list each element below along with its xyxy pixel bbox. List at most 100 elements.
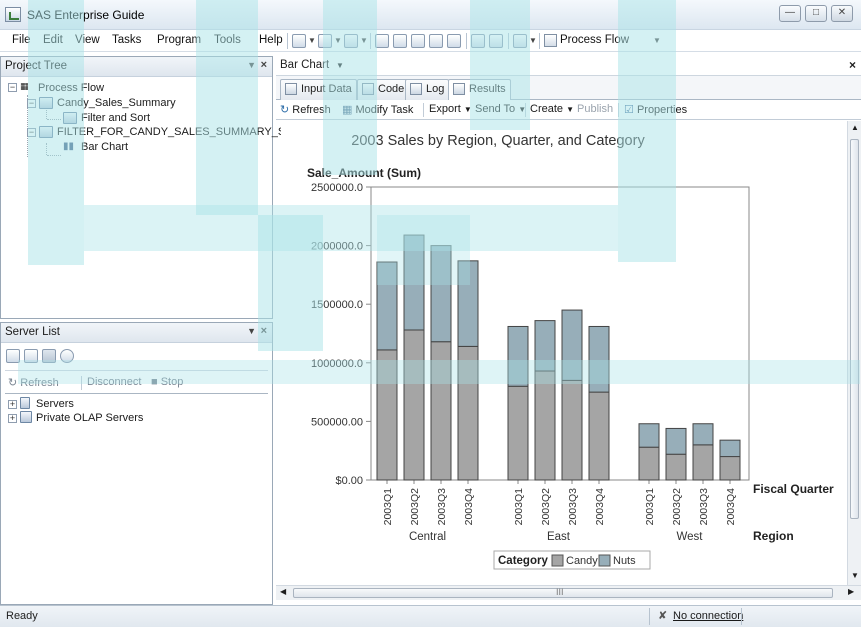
tab-log[interactable]: Log bbox=[405, 79, 450, 100]
x-tick-label: 2003Q4 bbox=[463, 488, 475, 526]
horizontal-scroll-thumb[interactable]: III bbox=[293, 587, 833, 598]
window-layout-icon[interactable] bbox=[513, 34, 527, 48]
cut-icon[interactable] bbox=[393, 34, 407, 48]
tree-node-filter-and-sort[interactable]: Filter and Sort bbox=[81, 112, 150, 124]
tree-connector bbox=[47, 155, 61, 156]
connection-status-link[interactable]: No connection bbox=[673, 610, 743, 622]
save-icon[interactable] bbox=[344, 34, 358, 48]
undo-icon[interactable] bbox=[471, 34, 485, 48]
x-axis-label: Fiscal Quarter bbox=[753, 482, 834, 496]
copy-icon[interactable] bbox=[411, 34, 425, 48]
tab-input-data[interactable]: Input Data bbox=[280, 79, 357, 100]
stop-button[interactable]: ■ Stop bbox=[151, 376, 183, 388]
export-button[interactable]: Export ▼ bbox=[429, 103, 472, 115]
menu-tools[interactable]: Tools bbox=[214, 34, 241, 46]
menu-view[interactable]: View bbox=[75, 34, 100, 46]
create-button[interactable]: Create ▼ bbox=[530, 103, 574, 115]
project-tree-title: Project Tree bbox=[5, 60, 67, 72]
horizontal-scrollbar[interactable]: ◀ III ▶ bbox=[276, 585, 861, 600]
close-document-icon[interactable]: × bbox=[849, 58, 856, 72]
scroll-left-icon[interactable]: ◀ bbox=[280, 587, 286, 596]
document-title[interactable]: Bar Chart bbox=[280, 59, 329, 71]
tab-code[interactable]: Code bbox=[357, 79, 410, 100]
menu-tasks[interactable]: Tasks bbox=[112, 34, 141, 46]
redo-icon[interactable] bbox=[489, 34, 503, 48]
pin-dropdown-icon[interactable]: ▼ bbox=[247, 326, 256, 336]
toolbar-separator bbox=[466, 33, 467, 49]
bar-chart-icon: ▮▮ bbox=[63, 141, 75, 152]
tree-node-private-olap-servers[interactable]: Private OLAP Servers bbox=[36, 412, 143, 424]
print-icon[interactable] bbox=[375, 34, 389, 48]
menu-file[interactable]: File bbox=[12, 34, 31, 46]
vertical-scrollbar[interactable]: ▲ ▼ bbox=[847, 121, 861, 585]
x-tick-label: 2003Q2 bbox=[671, 488, 683, 526]
menu-edit[interactable]: Edit bbox=[43, 34, 63, 46]
menu-program[interactable]: Program bbox=[157, 34, 201, 46]
save-dropdown-icon[interactable]: ▼ bbox=[360, 36, 368, 45]
toolbar-separator bbox=[618, 103, 619, 117]
close-button[interactable]: ✕ bbox=[831, 5, 853, 22]
menu-bar: File Edit View Tasks Program Tools Help … bbox=[0, 30, 861, 52]
results-viewer: 2003 Sales by Region, Quarter, and Categ… bbox=[281, 121, 847, 585]
library-view-icon[interactable] bbox=[24, 349, 38, 363]
tree-node-bar-chart[interactable]: Bar Chart bbox=[81, 141, 128, 153]
details-view-icon[interactable] bbox=[42, 349, 56, 363]
vertical-scroll-thumb[interactable] bbox=[850, 139, 859, 519]
maximize-button[interactable]: □ bbox=[805, 5, 827, 22]
project-tree-panel: Project Tree ▼ × − ▦ Process Flow − Cand… bbox=[0, 56, 285, 319]
paste-icon[interactable] bbox=[429, 34, 443, 48]
disconnect-button[interactable]: Disconnect bbox=[87, 376, 141, 388]
bar-candy bbox=[719, 456, 741, 481]
menu-help[interactable]: Help bbox=[259, 34, 283, 46]
bar-nuts bbox=[403, 234, 425, 331]
tree-node-servers[interactable]: Servers bbox=[36, 398, 74, 410]
y-tick-label: 500000.00 bbox=[311, 416, 363, 428]
table-icon bbox=[39, 97, 53, 109]
tree-node-filter-table[interactable]: FILTER_FOR_CANDY_SALES_SUMMARY_S bbox=[57, 126, 285, 138]
bar-nuts bbox=[561, 309, 583, 381]
process-flow-button[interactable]: Process Flow bbox=[560, 34, 629, 46]
tree-node-candy-sales-summary[interactable]: Candy_Sales_Summary bbox=[57, 97, 176, 109]
scroll-up-icon[interactable]: ▲ bbox=[851, 123, 859, 132]
minimize-button[interactable]: — bbox=[779, 5, 801, 22]
modify-task-button[interactable]: ▦ Modify Task bbox=[342, 103, 413, 116]
open-dropdown-icon[interactable]: ▼ bbox=[334, 36, 342, 45]
close-panel-icon[interactable]: × bbox=[261, 59, 267, 71]
tree-node-process-flow[interactable]: Process Flow bbox=[38, 82, 104, 94]
send-to-button[interactable]: Send To ▼ bbox=[475, 103, 526, 115]
scroll-down-icon[interactable]: ▼ bbox=[851, 571, 859, 580]
region-label: West bbox=[677, 531, 704, 543]
scroll-right-icon[interactable]: ▶ bbox=[848, 587, 854, 596]
window-layout-dropdown-icon[interactable]: ▼ bbox=[529, 36, 537, 45]
new-dropdown-icon[interactable]: ▼ bbox=[308, 36, 316, 45]
pin-dropdown-icon[interactable]: ▼ bbox=[247, 60, 256, 70]
olap-view-icon[interactable] bbox=[60, 349, 74, 363]
toolbar-separator bbox=[525, 103, 526, 117]
delete-icon[interactable] bbox=[447, 34, 461, 48]
new-icon[interactable] bbox=[292, 34, 306, 48]
expand-toggle[interactable]: − bbox=[27, 128, 36, 137]
bar-nuts bbox=[457, 260, 479, 347]
toolbar-separator bbox=[539, 33, 540, 49]
open-icon[interactable] bbox=[318, 34, 332, 48]
bar-nuts bbox=[430, 245, 452, 343]
properties-button[interactable]: ☑ Properties bbox=[624, 103, 687, 116]
window-title: SAS Enterprise Guide bbox=[27, 8, 145, 22]
expand-toggle[interactable]: − bbox=[8, 83, 17, 92]
table-icon bbox=[39, 126, 53, 138]
code-icon bbox=[362, 83, 374, 95]
sas-app-icon bbox=[5, 7, 21, 22]
process-flow-dropdown-icon[interactable]: ▼ bbox=[653, 36, 661, 45]
publish-button[interactable]: Publish bbox=[577, 103, 613, 115]
server-view-icon[interactable] bbox=[6, 349, 20, 363]
expand-toggle[interactable]: − bbox=[27, 99, 36, 108]
document-dropdown-icon[interactable]: ▼ bbox=[336, 61, 344, 70]
expand-toggle[interactable]: + bbox=[8, 400, 17, 409]
divider bbox=[5, 370, 268, 371]
server-refresh-button[interactable]: ↻ Refresh bbox=[8, 376, 59, 389]
server-list-panel: Server List ▼ × ↻ Refresh Disconnect ■ S… bbox=[0, 322, 273, 605]
tab-results[interactable]: Results bbox=[448, 79, 511, 101]
close-panel-icon[interactable]: × bbox=[261, 325, 267, 337]
refresh-button[interactable]: ↻ Refresh bbox=[280, 103, 331, 116]
expand-toggle[interactable]: + bbox=[8, 414, 17, 423]
